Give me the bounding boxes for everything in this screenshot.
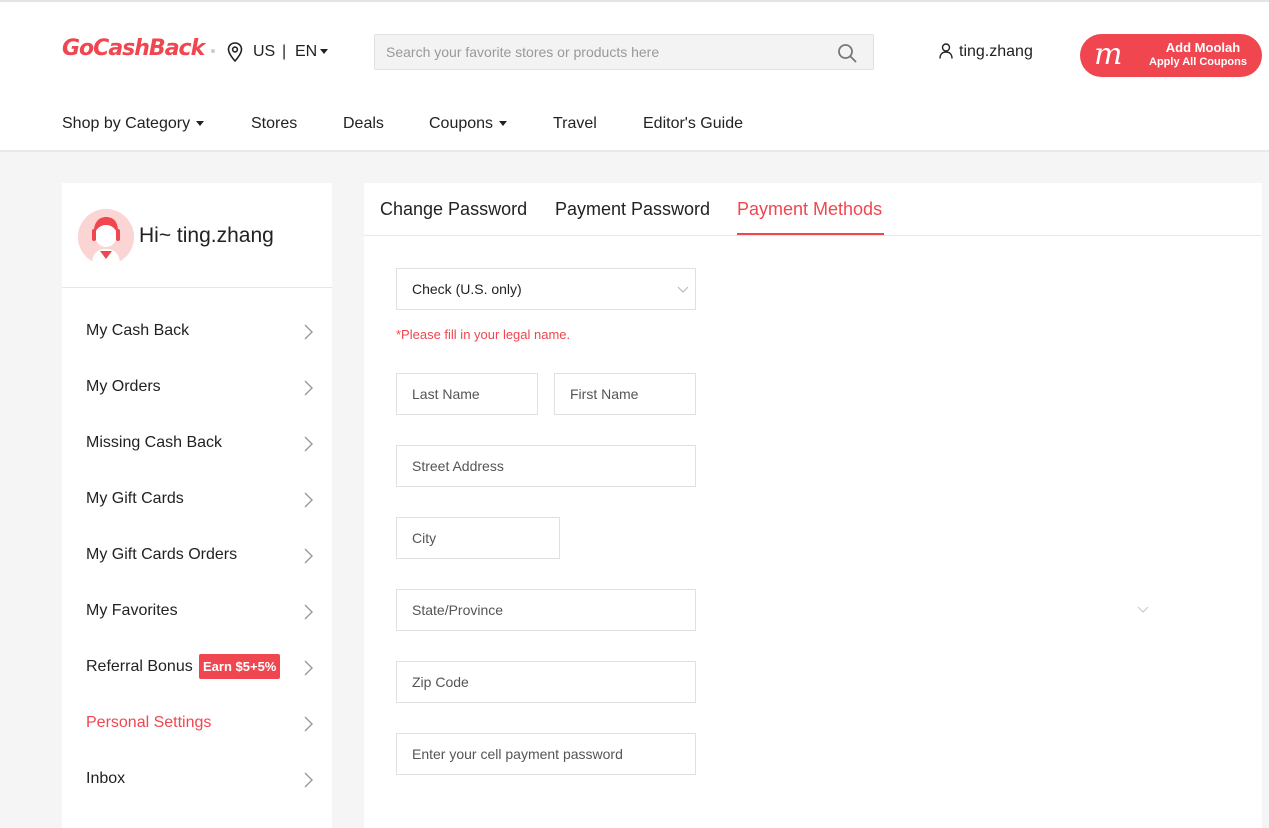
avatar-illustration-icon: [78, 209, 134, 265]
referral-badge: Earn $5+5%: [199, 654, 281, 679]
moolah-logo-icon: m: [1094, 37, 1123, 72]
sidebar-item-my-gift-cards[interactable]: My Gift Cards: [62, 472, 332, 528]
first-name-field: [554, 373, 696, 415]
search-icon[interactable]: [837, 43, 857, 63]
sidebar-item-label: My Cash Back: [86, 322, 190, 339]
account-sidebar: Hi~ ting.zhang My Cash Back My Orders Mi…: [62, 183, 332, 828]
city-field: [396, 517, 560, 559]
user-icon[interactable]: [939, 43, 953, 59]
last-name-field: [396, 373, 538, 415]
account-username[interactable]: ting.zhang: [959, 43, 1033, 61]
tabs-divider: [364, 235, 1262, 236]
payment-method-value: Check (U.S. only): [412, 281, 522, 297]
chevron-right-icon: [304, 716, 313, 732]
sidebar-item-label: Missing Cash Back: [86, 434, 223, 451]
street-address-input[interactable]: [397, 446, 695, 486]
state-province-field: [396, 589, 696, 631]
tab-payment-password[interactable]: Payment Password: [555, 199, 710, 220]
sidebar-item-my-gift-cards-orders[interactable]: My Gift Cards Orders: [62, 528, 332, 584]
sidebar-item-label: My Favorites: [86, 602, 178, 619]
search-input[interactable]: [375, 35, 835, 69]
chevron-right-icon: [304, 436, 313, 452]
sidebar-item-personal-settings[interactable]: Personal Settings: [62, 696, 332, 752]
sidebar-item-missing-cash-back[interactable]: Missing Cash Back: [62, 416, 332, 472]
chevron-right-icon: [304, 324, 313, 340]
caret-down-icon: [499, 121, 508, 127]
payment-password-input[interactable]: [397, 734, 695, 774]
chevron-right-icon: [304, 548, 313, 564]
moolah-title: Add Moolah: [1165, 40, 1241, 55]
zip-code-input[interactable]: [397, 662, 695, 702]
sidebar-item-my-cash-back[interactable]: My Cash Back: [62, 304, 332, 360]
sidebar-item-label: My Gift Cards: [86, 490, 184, 507]
nav-label: Coupons: [429, 115, 494, 132]
avatar: [78, 209, 134, 265]
sidebar-item-label: My Gift Cards Orders: [86, 546, 238, 563]
chevron-right-icon: [304, 492, 313, 508]
sidebar-divider: [62, 287, 332, 288]
nav-travel[interactable]: Travel: [553, 115, 597, 133]
nav-deals[interactable]: Deals: [343, 115, 384, 133]
language-selector[interactable]: EN: [295, 43, 329, 61]
region-language-separator: |: [282, 43, 287, 60]
payment-method-select[interactable]: Check (U.S. only): [396, 268, 696, 310]
user-greeting: Hi~ ting.zhang: [139, 224, 274, 247]
nav-label: Shop by Category: [62, 115, 191, 132]
location-pin-icon[interactable]: [227, 42, 243, 62]
state-province-input[interactable]: [397, 590, 695, 630]
street-address-field: [396, 445, 696, 487]
chevron-right-icon: [304, 380, 313, 396]
sidebar-item-label: Referral Bonus: [86, 658, 193, 675]
gocashback-logo[interactable]: GoCashBack: [62, 36, 205, 61]
active-tab-indicator: [737, 233, 884, 235]
zip-code-field: [396, 661, 696, 703]
sidebar-item-my-orders[interactable]: My Orders: [62, 360, 332, 416]
nav-coupons[interactable]: Coupons: [429, 115, 508, 133]
settings-panel: Change Password Payment Password Payment…: [364, 183, 1262, 828]
caret-down-icon: [196, 121, 205, 127]
nav-stores[interactable]: Stores: [251, 115, 297, 133]
add-moolah-button[interactable]: m Add Moolah Apply All Coupons: [1080, 34, 1262, 77]
site-header: GoCashBack US | EN ting.zhang m Add Mool…: [0, 0, 1269, 152]
sidebar-item-label: Inbox: [86, 770, 126, 787]
sidebar-item-label: My Orders: [86, 378, 161, 395]
payment-password-field: [396, 733, 696, 775]
search-bar: [374, 34, 874, 70]
sidebar-item-referral-bonus[interactable]: Referral Bonus Earn $5+5%: [62, 640, 332, 696]
legal-name-notice: *Please fill in your legal name.: [396, 327, 571, 342]
chevron-right-icon: [304, 772, 313, 788]
caret-down-icon: [320, 49, 329, 55]
chevron-down-icon: [677, 286, 689, 293]
nav-editors-guide[interactable]: Editor's Guide: [643, 115, 743, 133]
region-selector[interactable]: US: [253, 43, 275, 61]
first-name-input[interactable]: [555, 374, 695, 414]
tab-change-password[interactable]: Change Password: [380, 199, 527, 220]
last-name-input[interactable]: [397, 374, 537, 414]
tab-payment-methods[interactable]: Payment Methods: [737, 199, 882, 220]
chevron-down-icon[interactable]: [1137, 606, 1149, 614]
language-label: EN: [295, 43, 318, 60]
sidebar-item-label: Personal Settings: [86, 714, 212, 731]
nav-shop-by-category[interactable]: Shop by Category: [62, 115, 205, 133]
sidebar-item-inbox[interactable]: Inbox: [62, 752, 332, 808]
chevron-right-icon: [304, 604, 313, 620]
sidebar-item-my-favorites[interactable]: My Favorites: [62, 584, 332, 640]
moolah-subtitle: Apply All Coupons: [1149, 56, 1247, 68]
chevron-right-icon: [304, 660, 313, 676]
city-input[interactable]: [397, 518, 559, 558]
logo-separator-dot: [211, 49, 215, 53]
